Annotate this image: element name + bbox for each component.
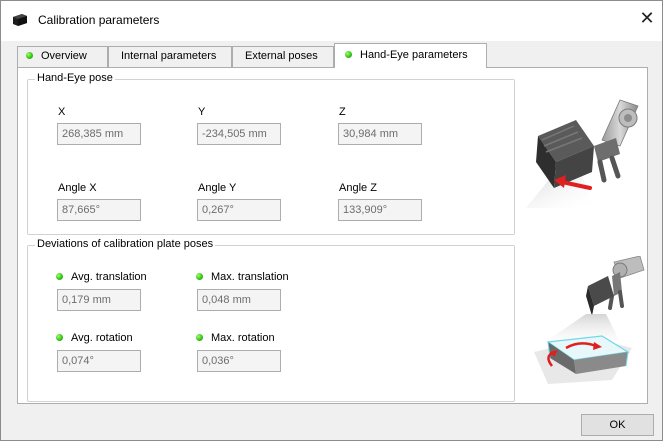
hand-eye-camera-illustration — [526, 99, 639, 208]
calibration-dialog: Calibration parameters ✕ Overview Intern… — [0, 0, 663, 441]
angle-x-label: Angle X — [58, 182, 97, 194]
deviations-group: Deviations of calibration plate poses Av… — [27, 238, 515, 402]
tab-label: Internal parameters — [121, 50, 217, 62]
ok-button[interactable]: OK — [581, 414, 654, 436]
tab-hand-eye-parameters[interactable]: Hand-Eye parameters — [334, 43, 487, 68]
tab-external-poses[interactable]: External poses — [232, 46, 334, 67]
z-label: Z — [339, 106, 346, 118]
angle-z-label: Angle Z — [339, 182, 377, 194]
max-rotation-label: Max. rotation — [196, 332, 275, 344]
camera-icon — [13, 14, 27, 26]
max-translation-label: Max. translation — [196, 271, 289, 283]
status-ok-icon — [196, 334, 203, 341]
tab-label: External poses — [245, 50, 318, 62]
title-bar: Calibration parameters ✕ — [1, 1, 662, 41]
tab-internal-parameters[interactable]: Internal parameters — [108, 46, 232, 67]
angle-y-label: Angle Y — [198, 182, 237, 194]
status-ok-icon — [345, 51, 352, 58]
hand-eye-pose-group: Hand-Eye pose X 268,385 mm Y -234,505 mm… — [27, 72, 515, 235]
status-ok-icon — [56, 273, 63, 280]
status-ok-icon — [56, 334, 63, 341]
avg-translation-label: Avg. translation — [56, 271, 147, 283]
status-ok-icon — [196, 273, 203, 280]
tab-label: Hand-Eye parameters — [360, 49, 468, 61]
z-field[interactable]: 30,984 mm — [338, 123, 422, 145]
tab-panel-hand-eye: Hand-Eye pose X 268,385 mm Y -234,505 mm… — [17, 67, 648, 404]
max-rotation-field[interactable]: 0,036° — [197, 350, 281, 372]
y-field[interactable]: -234,505 mm — [197, 123, 281, 145]
angle-x-field[interactable]: 87,665° — [57, 199, 141, 221]
max-translation-field[interactable]: 0,048 mm — [197, 289, 281, 311]
status-ok-icon — [26, 52, 33, 59]
tab-label: Overview — [41, 50, 87, 62]
group-title: Hand-Eye pose — [35, 72, 115, 84]
avg-rotation-label: Avg. rotation — [56, 332, 133, 344]
close-icon[interactable]: ✕ — [632, 5, 662, 35]
calibration-plate-illustration — [534, 256, 645, 384]
group-title: Deviations of calibration plate poses — [35, 238, 216, 250]
angle-y-field[interactable]: 0,267° — [197, 199, 281, 221]
window-title: Calibration parameters — [38, 13, 160, 27]
y-label: Y — [198, 106, 206, 118]
tab-overview[interactable]: Overview — [17, 46, 108, 67]
avg-translation-field[interactable]: 0,179 mm — [57, 289, 141, 311]
avg-rotation-field[interactable]: 0,074° — [57, 350, 141, 372]
x-label: X — [58, 106, 66, 118]
x-field[interactable]: 268,385 mm — [57, 123, 141, 145]
angle-z-field[interactable]: 133,909° — [338, 199, 422, 221]
